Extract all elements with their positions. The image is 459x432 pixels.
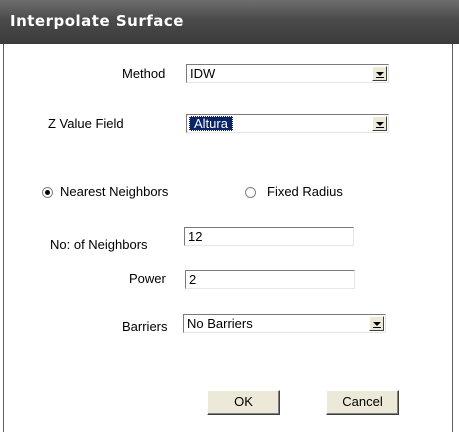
- cancel-button[interactable]: Cancel: [326, 390, 399, 415]
- barriers-value: No Barriers: [187, 316, 253, 331]
- z-value-field-value: Altura: [189, 116, 233, 131]
- nearest-neighbors-label[interactable]: Nearest Neighbors: [60, 184, 168, 199]
- chevron-down-icon[interactable]: [372, 66, 387, 81]
- fixed-radius-label[interactable]: Fixed Radius: [267, 184, 343, 199]
- chevron-down-icon[interactable]: [369, 316, 384, 331]
- barriers-label: Barriers: [122, 319, 168, 334]
- neighbors-input[interactable]: 12: [184, 227, 354, 246]
- power-input[interactable]: 2: [185, 270, 355, 289]
- power-label: Power: [129, 271, 166, 286]
- neighbors-label: No: of Neighbors: [50, 237, 148, 252]
- title-bar[interactable]: Interpolate Surface: [0, 0, 459, 44]
- barriers-dropdown[interactable]: No Barriers: [183, 314, 386, 333]
- chevron-down-icon[interactable]: [372, 116, 387, 131]
- z-value-field-label: Z Value Field: [48, 116, 124, 131]
- method-dropdown[interactable]: IDW: [186, 64, 389, 83]
- z-value-field-dropdown[interactable]: Altura: [186, 114, 389, 133]
- interpolate-surface-dialog: Interpolate Surface Method IDW Z Value F…: [0, 0, 459, 432]
- method-value: IDW: [190, 66, 216, 81]
- method-label: Method: [122, 66, 166, 81]
- nearest-neighbors-radio[interactable]: [42, 187, 53, 198]
- fixed-radius-radio[interactable]: [245, 187, 256, 198]
- ok-button[interactable]: OK: [207, 390, 280, 415]
- dialog-client-area: Method IDW Z Value Field Altura Nearest …: [3, 44, 453, 432]
- dialog-title: Interpolate Surface: [10, 12, 184, 30]
